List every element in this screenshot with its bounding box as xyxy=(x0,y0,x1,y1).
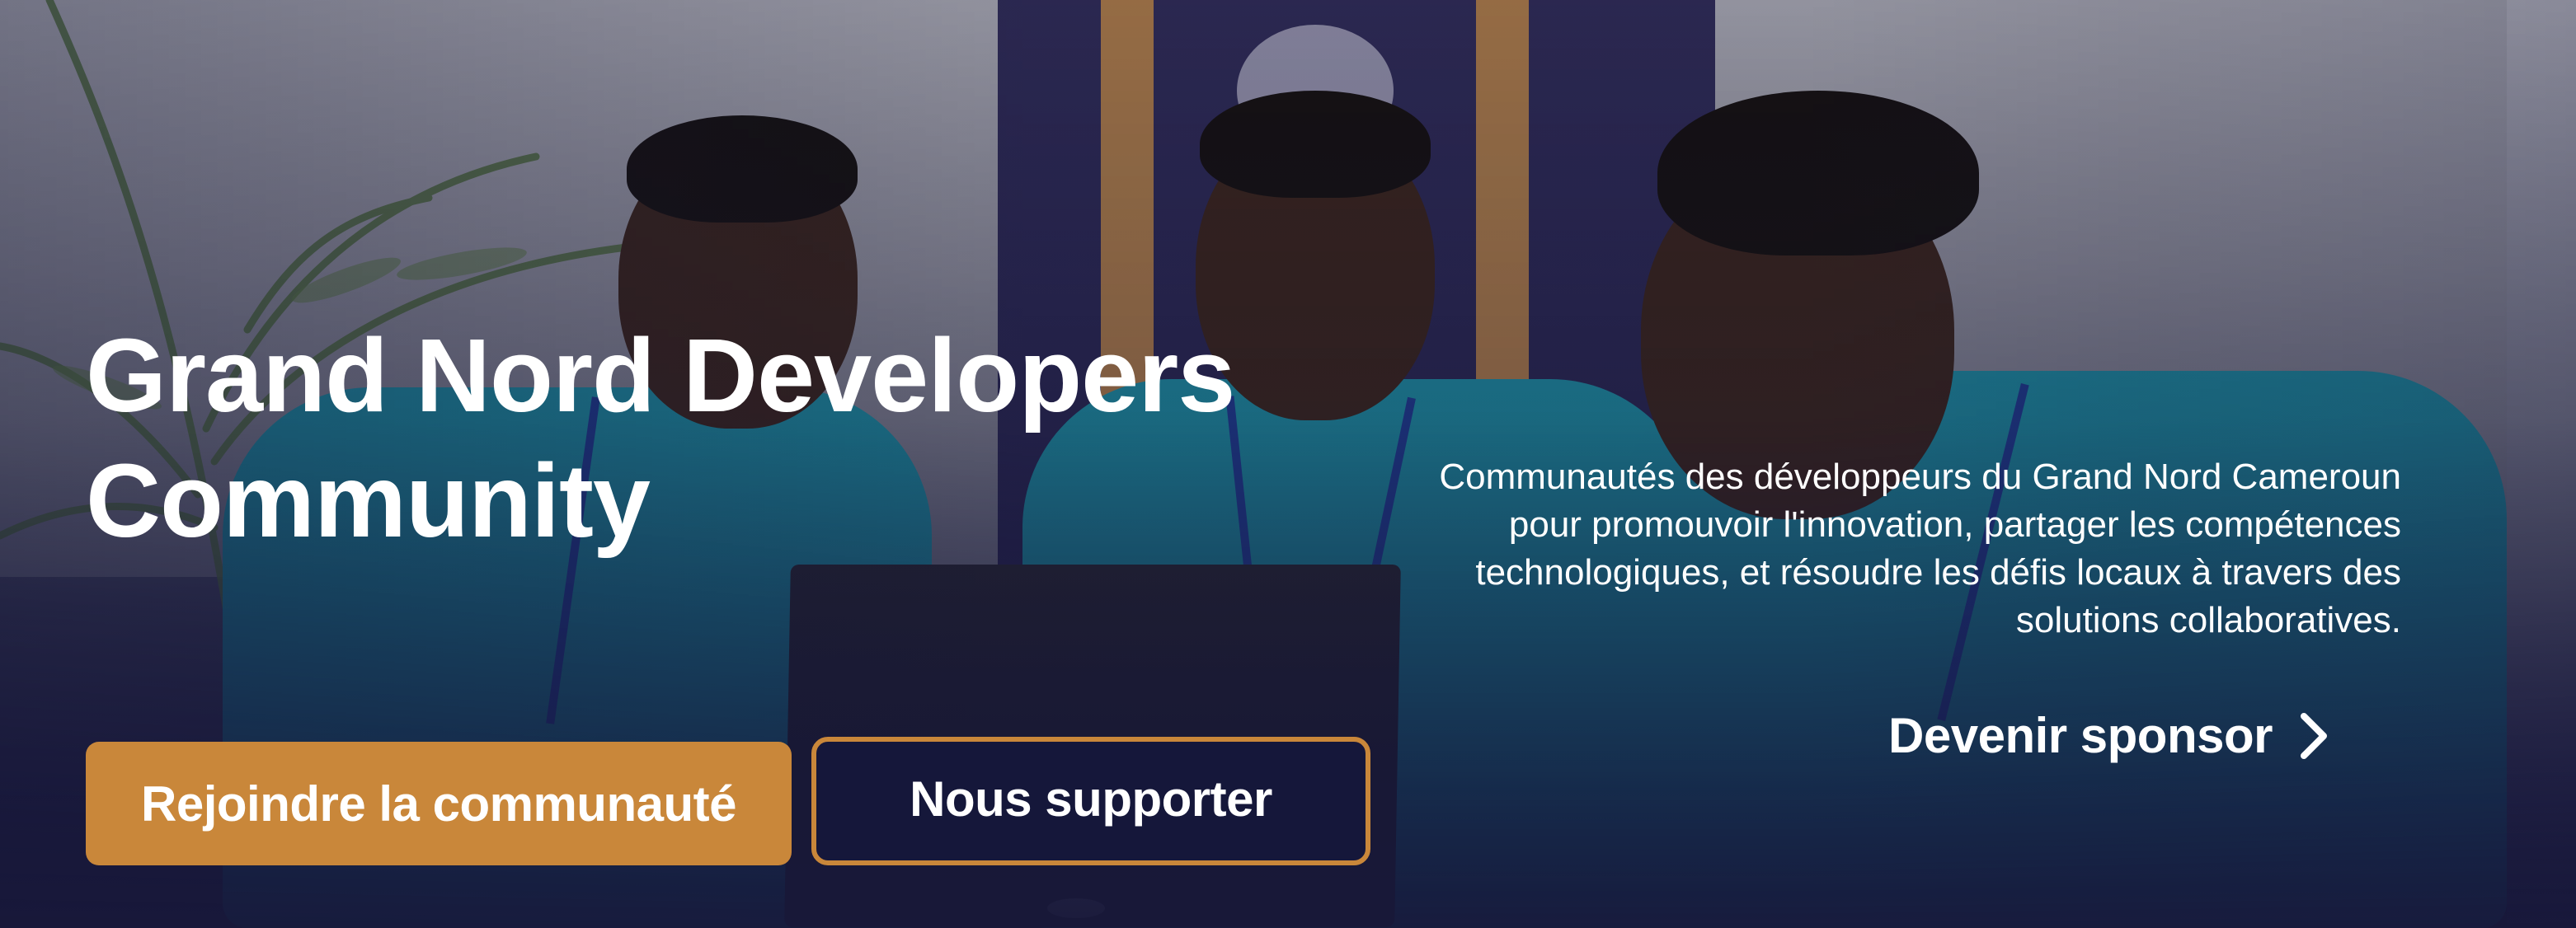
page-title-line: Community xyxy=(86,443,651,559)
hero-description: Communautés des développeurs du Grand No… xyxy=(1439,457,2401,640)
chevron-right-icon xyxy=(2300,712,2327,759)
page-title: Grand Nord Developers Community xyxy=(86,313,1372,564)
become-sponsor-label: Devenir sponsor xyxy=(1888,708,2273,763)
page-title-line: Grand Nord Developers xyxy=(86,317,1235,434)
hero-section: Grand Nord Developers Community Communau… xyxy=(0,0,2576,928)
join-community-button[interactable]: Rejoindre la communauté xyxy=(86,742,792,865)
support-us-button[interactable]: Nous supporter xyxy=(811,737,1370,865)
become-sponsor-link[interactable]: Devenir sponsor xyxy=(1888,707,2332,764)
